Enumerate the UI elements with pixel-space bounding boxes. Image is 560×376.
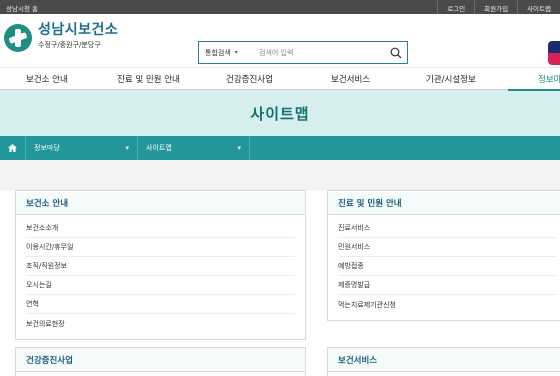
sitemap-link[interactable]: 사이트맵 [517,0,560,14]
nav-item-health-service[interactable]: 보건서비스 [331,73,370,85]
list-item[interactable]: 보건의료현장 [26,314,295,333]
section-title[interactable]: 보건소 안내 [16,191,305,215]
nav-item-health-promotion[interactable]: 건강증진사업 [226,73,273,85]
signup-link[interactable]: 회원가입 [474,0,517,14]
section-clinic: 진료 및 민원 안내 진료서비스 민원서비스 예방접종 제증명발급 먹는치료제기… [327,190,560,321]
list-item[interactable]: 조직/직원정보 [26,257,295,276]
top-utility-bar: 성남시청 홈 로그인 회원가입 사이트맵 [0,0,560,14]
nav-item-about[interactable]: 보건소 안내 [26,73,68,85]
chevron-down-icon: ▾ [234,49,238,56]
list-item[interactable]: 이용시간/휴무일 [26,238,295,257]
breadcrumb: 정보마당 ▾ 사이트맵 ▾ [0,136,560,160]
logo-name: 성남시보건소 [38,22,119,38]
list-item[interactable]: 진료서비스 [338,219,556,238]
login-link[interactable]: 로그인 [437,0,474,14]
search-scope-select[interactable]: 통합검색 ▾ [199,48,255,58]
nav-item-info[interactable]: 정보마당 [507,73,560,91]
link-list: 보건소소개 이용시간/휴무일 조직/직원정보 오시는길 연혁 보건의료현장 [16,215,305,333]
search-icon [390,47,402,58]
page-title: 사이트맵 [250,104,310,123]
section-health-service: 보건서비스 [327,347,560,376]
breadcrumb-home[interactable] [0,136,26,160]
content-top-band [0,160,560,190]
search-input[interactable] [255,48,385,57]
site-logo[interactable]: 성남시보건소 수정구/중원구/분당구 [4,22,118,52]
title-band: 사이트맵 [0,90,560,136]
list-item[interactable]: 연혁 [26,295,295,314]
list-item[interactable]: 제증명발급 [338,276,556,295]
search-bar: 통합검색 ▾ [198,41,408,64]
section-title[interactable]: 진료 및 민원 안내 [328,191,560,215]
breadcrumb-level1[interactable]: 정보마당 ▾ [26,136,138,160]
sitemap-content: 보건소 안내 보건소소개 이용시간/휴무일 조직/직원정보 오시는길 연혁 보건… [0,190,560,376]
home-icon [8,144,17,152]
section-health-promotion: 건강증진사업 [15,347,306,376]
logo-sub: 수정구/중원구/분당구 [38,41,101,49]
emblem-icon [548,41,560,65]
list-item[interactable]: 먹는치료제기관신청 [338,295,556,314]
breadcrumb-level1-label: 정보마당 [34,144,60,152]
breadcrumb-level2-label: 사이트맵 [146,144,172,152]
list-item[interactable]: 오시는길 [26,276,295,295]
city-home-link[interactable]: 성남시청 홈 [6,3,38,13]
header: 성남시보건소 수정구/중원구/분당구 통합검색 ▾ [0,14,560,67]
search-scope-label: 통합검색 [205,48,231,57]
link-list: 진료서비스 민원서비스 예방접종 제증명발급 먹는치료제기관신청 [328,215,560,314]
nav-item-facilities[interactable]: 기관/시설정보 [426,73,476,85]
page: 성남시청 홈 로그인 회원가입 사이트맵 성남시보건소 수정구/중원구/분당구 … [0,0,560,376]
utility-links: 로그인 회원가입 사이트맵 [437,0,560,14]
list-item[interactable]: 민원서비스 [338,238,556,257]
section-title[interactable]: 건강증진사업 [16,348,305,372]
list-item[interactable]: 예방접종 [338,257,556,276]
section-title[interactable]: 보건서비스 [328,348,560,372]
chevron-down-icon: ▾ [237,144,241,152]
main-navigation: 보건소 안내 진료 및 민원 안내 건강증진사업 보건서비스 기관/시설정보 정… [0,67,560,91]
search-button[interactable] [385,42,407,63]
logo-icon [4,24,32,52]
nav-item-clinic[interactable]: 진료 및 민원 안내 [117,73,180,85]
chevron-down-icon: ▾ [125,144,129,152]
breadcrumb-level2[interactable]: 사이트맵 ▾ [138,136,250,160]
list-item[interactable]: 보건소소개 [26,219,295,238]
section-about: 보건소 안내 보건소소개 이용시간/휴무일 조직/직원정보 오시는길 연혁 보건… [15,190,306,340]
